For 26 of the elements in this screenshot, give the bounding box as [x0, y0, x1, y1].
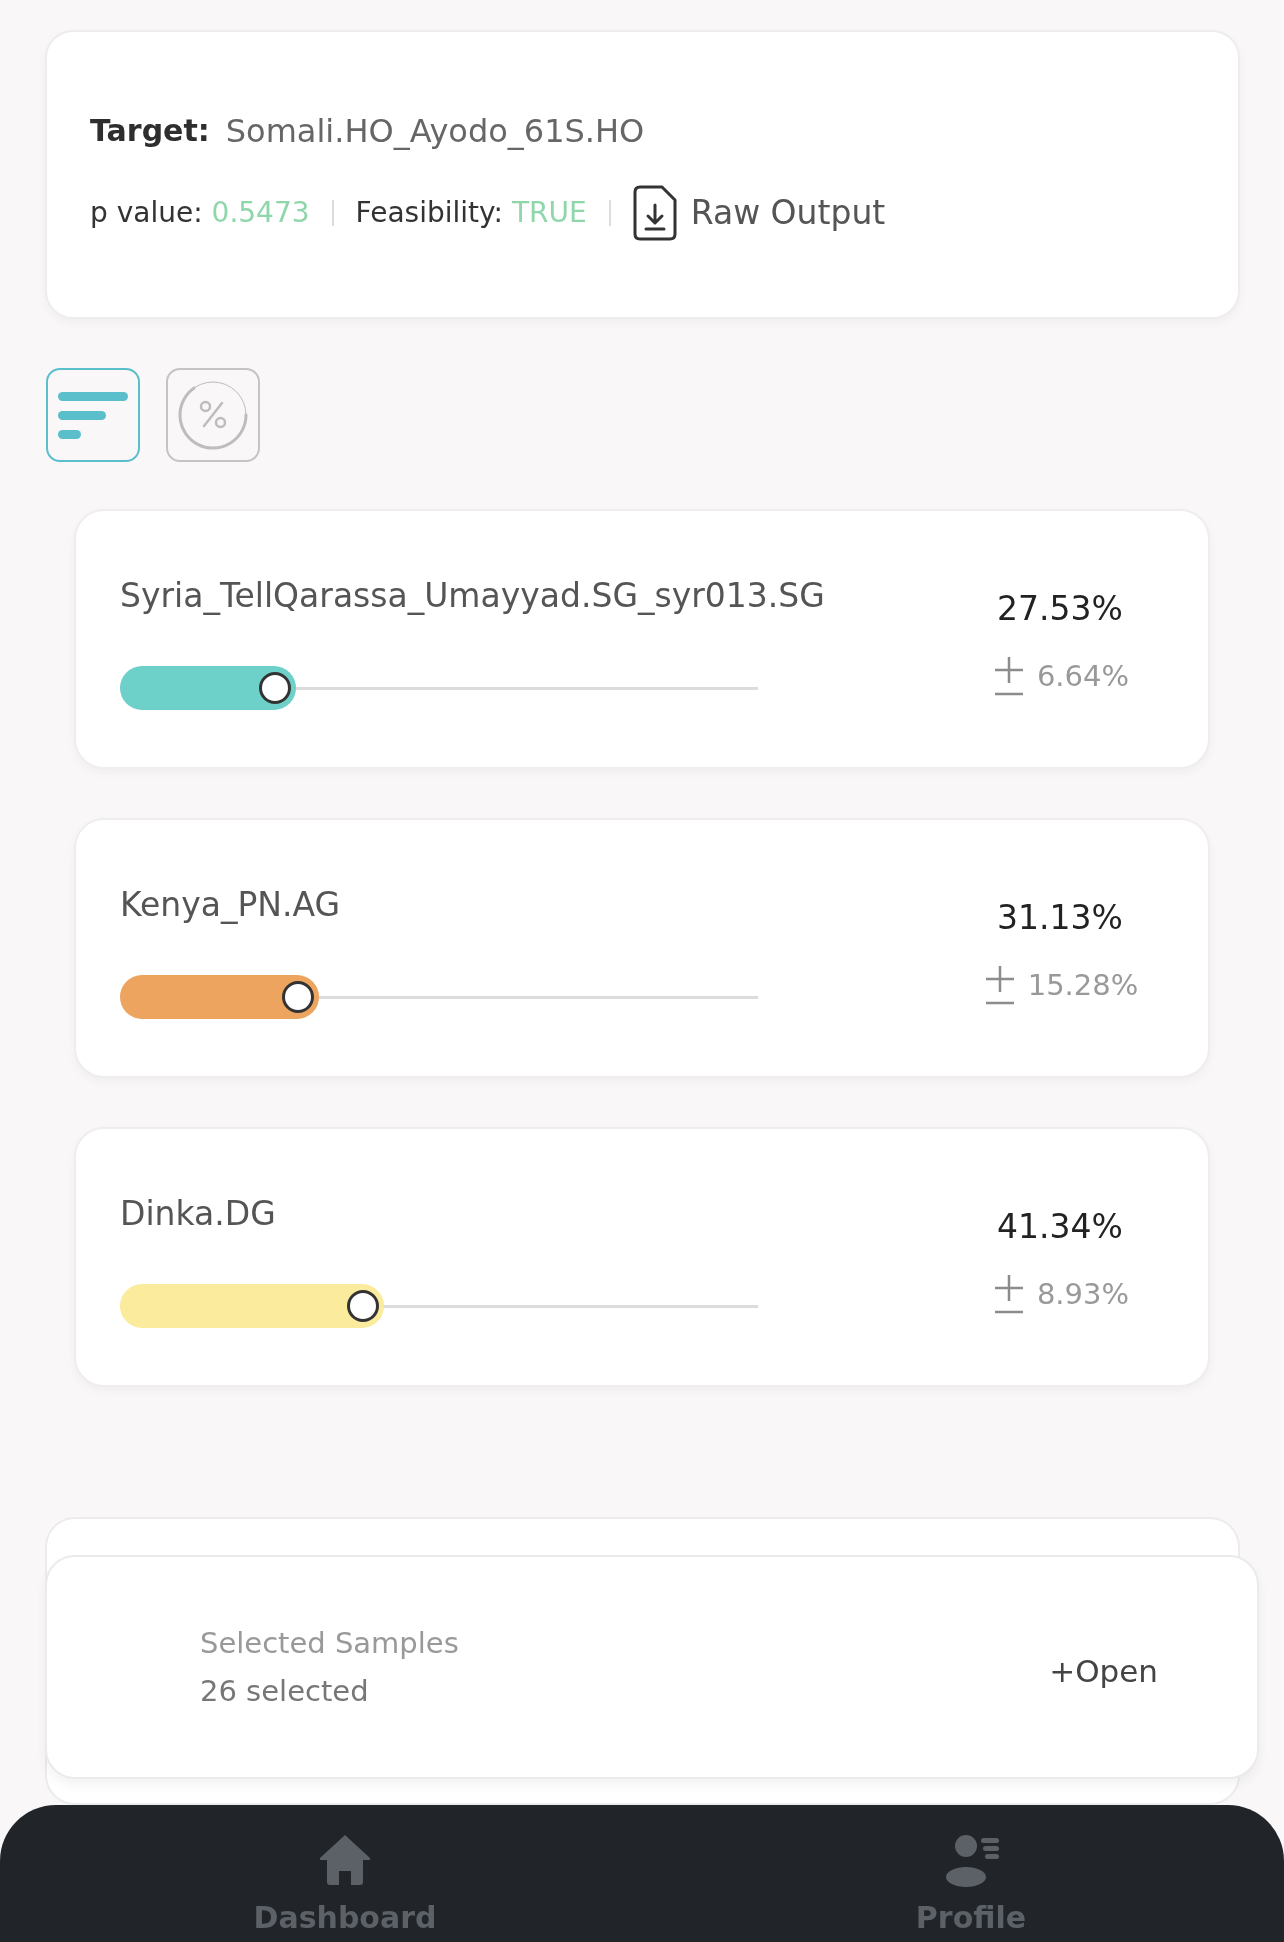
source-name: Kenya_PN.AG: [120, 886, 342, 924]
home-icon: [317, 1833, 373, 1887]
selected-count: 26 selected: [200, 1673, 370, 1710]
error-value: 8.93%: [1036, 1277, 1130, 1311]
error-value: 6.64%: [1036, 659, 1130, 693]
feasibility-value: TRUE: [511, 195, 587, 230]
source-name: Syria_TellQarassa_Umayyad.SG_syr013.SG: [120, 577, 826, 615]
percent-value: 41.34%: [997, 1208, 1123, 1246]
target-label: Target:: [90, 112, 210, 149]
source-name: Dinka.DG: [120, 1195, 277, 1233]
p-value-label: p value:: [90, 195, 203, 230]
bars-icon: [58, 391, 128, 439]
percent-circle-icon: [178, 380, 248, 450]
profile-icon: [943, 1833, 999, 1887]
file-download-icon: [632, 184, 677, 241]
percent-value: 27.53%: [997, 590, 1123, 628]
percent-toggle[interactable]: [166, 368, 260, 462]
error-value: 15.28%: [1027, 968, 1139, 1002]
feasibility-label: Feasibility:: [355, 195, 503, 230]
open-button[interactable]: +Open: [1049, 1653, 1158, 1689]
p-value: 0.5473: [211, 195, 310, 230]
percent-value: 31.13%: [997, 899, 1123, 937]
raw-output-button[interactable]: Raw Output: [632, 184, 886, 241]
bar-list-toggle[interactable]: [46, 368, 140, 462]
selected-samples-title: Selected Samples: [200, 1625, 459, 1662]
target-value: Somali.HO_Ayodo_61S.HO: [225, 112, 645, 149]
